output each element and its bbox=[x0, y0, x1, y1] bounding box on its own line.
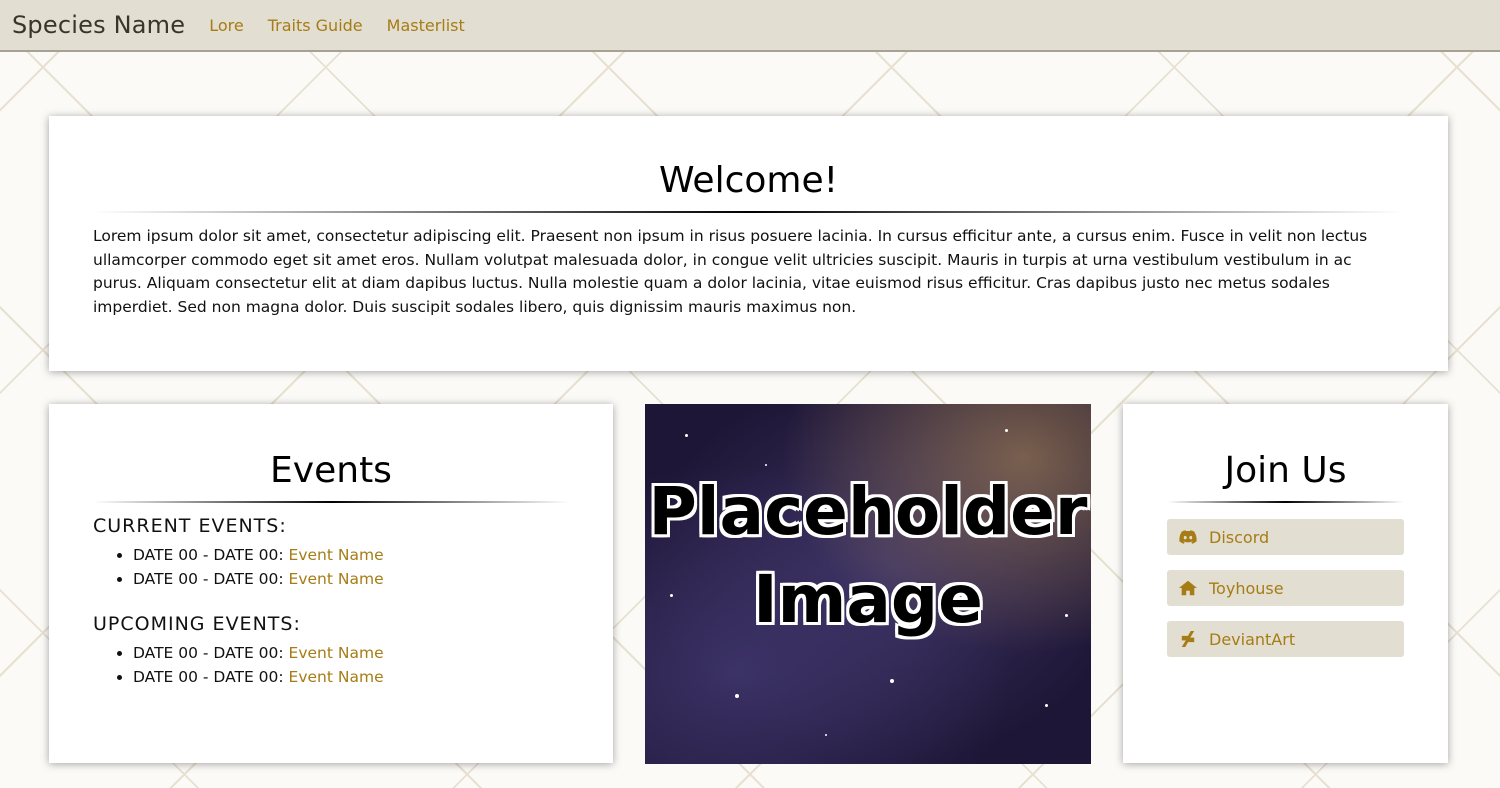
deviantart-label: DeviantArt bbox=[1209, 629, 1296, 649]
event-link[interactable]: Event Name bbox=[289, 668, 384, 686]
current-events-list: DATE 00 - DATE 00: Event Name DATE 00 - … bbox=[93, 543, 569, 591]
current-events-title: CURRENT EVENTS: bbox=[93, 515, 287, 537]
star-decoration bbox=[685, 434, 688, 437]
event-link[interactable]: Event Name bbox=[289, 570, 384, 588]
home-icon bbox=[1177, 579, 1199, 597]
deviantart-button[interactable]: DeviantArt bbox=[1167, 621, 1404, 657]
nav-link-traits-guide[interactable]: Traits Guide bbox=[268, 16, 363, 35]
nav-link-masterlist[interactable]: Masterlist bbox=[387, 16, 465, 35]
welcome-card: Welcome! Lorem ipsum dolor sit amet, con… bbox=[49, 116, 1448, 371]
event-link[interactable]: Event Name bbox=[289, 546, 384, 564]
discord-button[interactable]: Discord bbox=[1167, 519, 1404, 555]
event-dates: DATE 00 - DATE 00: bbox=[133, 644, 289, 662]
list-item: DATE 00 - DATE 00: Event Name bbox=[133, 543, 569, 567]
placeholder-line-2: Image bbox=[753, 561, 983, 638]
star-decoration bbox=[825, 734, 827, 736]
top-navbar: Species Name Lore Traits Guide Masterlis… bbox=[0, 0, 1500, 52]
welcome-title: Welcome! bbox=[658, 160, 839, 201]
upcoming-events-list: DATE 00 - DATE 00: Event Name DATE 00 - … bbox=[93, 641, 569, 689]
events-divider bbox=[93, 501, 569, 503]
welcome-divider bbox=[93, 211, 1404, 213]
welcome-text: Lorem ipsum dolor sit amet, consectetur … bbox=[93, 227, 1368, 316]
toyhouse-button[interactable]: Toyhouse bbox=[1167, 570, 1404, 606]
event-dates: DATE 00 - DATE 00: bbox=[133, 668, 289, 686]
list-item: DATE 00 - DATE 00: Event Name bbox=[133, 641, 569, 665]
placeholder-image: Placeholder Image bbox=[645, 404, 1091, 764]
discord-label: Discord bbox=[1209, 527, 1270, 547]
star-decoration bbox=[1005, 429, 1008, 432]
discord-icon bbox=[1177, 528, 1199, 546]
placeholder-line-1: Placeholder bbox=[648, 473, 1088, 550]
upcoming-events-title: UPCOMING EVENTS: bbox=[93, 613, 301, 635]
star-decoration bbox=[735, 694, 739, 698]
placeholder-image-text: Placeholder Image bbox=[645, 468, 1091, 644]
join-divider bbox=[1167, 501, 1404, 503]
brand-title[interactable]: Species Name bbox=[12, 11, 185, 39]
toyhouse-label: Toyhouse bbox=[1209, 578, 1284, 598]
star-decoration bbox=[765, 464, 767, 466]
list-item: DATE 00 - DATE 00: Event Name bbox=[133, 665, 569, 689]
star-decoration bbox=[890, 679, 894, 683]
events-card: Events CURRENT EVENTS: DATE 00 - DATE 00… bbox=[49, 404, 613, 763]
nav-link-lore[interactable]: Lore bbox=[209, 16, 244, 35]
event-dates: DATE 00 - DATE 00: bbox=[133, 546, 289, 564]
list-item: DATE 00 - DATE 00: Event Name bbox=[133, 567, 569, 591]
star-decoration bbox=[1045, 704, 1048, 707]
events-title: Events bbox=[270, 450, 392, 491]
join-us-card: Join Us Discord Toyhouse DeviantArt bbox=[1123, 404, 1448, 763]
deviantart-icon bbox=[1177, 630, 1199, 648]
join-us-title: Join Us bbox=[1224, 450, 1347, 491]
event-dates: DATE 00 - DATE 00: bbox=[133, 570, 289, 588]
event-link[interactable]: Event Name bbox=[289, 644, 384, 662]
